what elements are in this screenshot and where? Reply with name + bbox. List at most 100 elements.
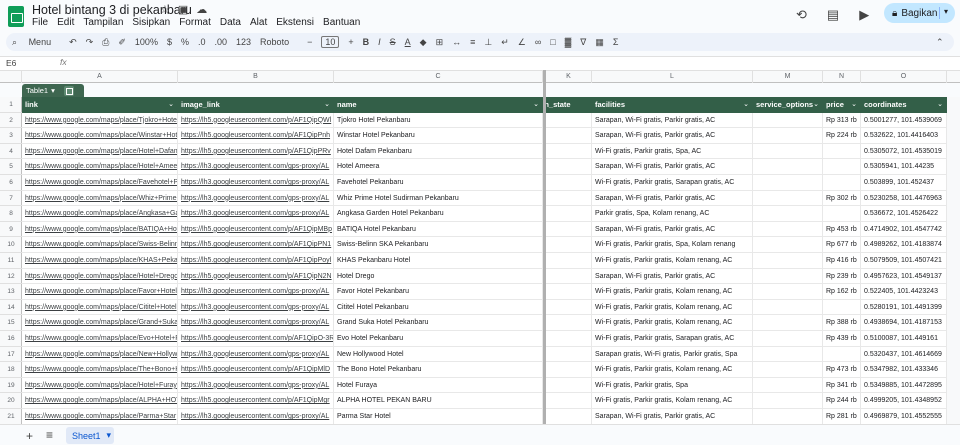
menu-format[interactable]: Format (179, 17, 211, 28)
row-number[interactable]: 18 (0, 362, 22, 378)
cell-service-options[interactable] (753, 237, 823, 253)
cell-coordinates[interactable]: 0.5305941, 101.44235 (861, 159, 947, 175)
cell-coordinates[interactable]: 0.5349885, 101.4472895 (861, 377, 947, 394)
link-icon[interactable]: ∞ (535, 37, 541, 47)
cell-facilities[interactable]: Wi-Fi gratis, Parkir gratis, Kolam renan… (592, 284, 753, 300)
star-icon[interactable]: ☆ (160, 3, 170, 16)
cell-service-options[interactable] (753, 362, 823, 378)
cell-open-state[interactable] (546, 221, 592, 238)
menu-search[interactable]: ⌕ Menu (12, 37, 60, 48)
cell-name[interactable]: Swiss-Belinn SKA Pekanbaru (334, 237, 543, 253)
cell-link[interactable]: https://www.google.com/maps/place/Tjokro… (22, 112, 178, 129)
cell-image-link[interactable]: https://lh5.googleusercontent.com/p/AF1Q… (178, 237, 334, 253)
cell-facilities[interactable]: Wi-Fi gratis, Parkir gratis, Kolam renan… (592, 299, 753, 316)
cell-open-state[interactable] (546, 112, 592, 129)
cell-coordinates[interactable]: 0.5079509, 101.4507421 (861, 253, 947, 269)
cell-image-link[interactable]: https://lh3.googleusercontent.com/gps-pr… (178, 346, 334, 363)
cell-link[interactable]: https://www.google.com/maps/place/The+Bo… (22, 362, 178, 378)
cell-image-link[interactable]: https://lh3.googleusercontent.com/gps-pr… (178, 284, 334, 300)
cell-service-options[interactable] (753, 221, 823, 238)
cell-coordinates[interactable]: 0.522405, 101.4423243 (861, 284, 947, 300)
column-letter-b[interactable]: B (178, 71, 334, 83)
header-price[interactable]: price ⌄ (823, 97, 861, 113)
cell-link[interactable]: https://www.google.com/maps/place/Citite… (22, 299, 178, 316)
cell-coordinates[interactable]: 0.5347982, 101.433346 (861, 362, 947, 378)
cell-coordinates[interactable]: 0.4938694, 101.4187153 (861, 315, 947, 331)
cell-name[interactable]: Parma Star Hotel (334, 409, 543, 425)
cell-link[interactable]: https://www.google.com/maps/place/Hotel+… (22, 377, 178, 394)
cell-coordinates[interactable]: 0.5001277, 101.4539069 (861, 112, 947, 129)
cell-facilities[interactable]: Sarapan, Wi-Fi gratis, Parkir gratis, AC (592, 190, 753, 207)
cell-price[interactable]: Rp 341 rb (823, 377, 861, 394)
cell-price[interactable]: Rp 677 rb (823, 237, 861, 253)
filter-icon[interactable]: ∇ (580, 37, 586, 48)
cell-open-state[interactable] (546, 190, 592, 207)
cloud-status-icon[interactable]: ☁ (196, 3, 207, 16)
cell-coordinates[interactable]: 0.5305072, 101.4535019 (861, 143, 947, 160)
chevron-down-icon[interactable]: ▾ (107, 430, 112, 441)
cell-image-link[interactable]: https://lh3.googleusercontent.com/gps-pr… (178, 409, 334, 425)
text-color-button[interactable]: A (405, 37, 411, 47)
cell-image-link[interactable]: https://lh5.googleusercontent.com/p/AF1Q… (178, 112, 334, 129)
vertical-scrollbar[interactable] (947, 97, 960, 424)
cell-name[interactable]: BATIQA Hotel Pekanbaru (334, 221, 543, 238)
cell-name[interactable]: Winstar Hotel Pekanbaru (334, 128, 543, 144)
column-letter-l[interactable]: L (592, 71, 753, 83)
cell-name[interactable]: Hotel Ameera (334, 159, 543, 175)
cell-image-link[interactable]: https://lh3.googleusercontent.com/gps-pr… (178, 206, 334, 222)
row-number[interactable]: 15 (0, 315, 22, 331)
share-button[interactable]: 🔒︎ Bagikan ▾ (884, 3, 955, 23)
cell-name[interactable]: Hotel Drego (334, 268, 543, 285)
cell-price[interactable]: Rp 416 rb (823, 253, 861, 269)
row-number[interactable]: 21 (0, 409, 22, 425)
cell-link[interactable]: https://www.google.com/maps/place/Angkas… (22, 206, 178, 222)
frozen-column-divider[interactable] (543, 70, 546, 424)
paint-format-icon[interactable]: ✐ (118, 37, 126, 48)
cell-open-state[interactable] (546, 362, 592, 378)
cell-link[interactable]: https://www.google.com/maps/place/Hotel+… (22, 143, 178, 160)
cell-open-state[interactable] (546, 299, 592, 316)
cell-name[interactable]: Favor Hotel Pekanbaru (334, 284, 543, 300)
cell-coordinates[interactable]: 0.4999205, 101.4348952 (861, 393, 947, 409)
row-number[interactable]: 8 (0, 206, 22, 222)
cell-name[interactable]: Hotel Furaya (334, 377, 543, 394)
menu-edit[interactable]: Edit (57, 17, 74, 28)
chevron-down-icon[interactable]: ▾ (944, 7, 948, 16)
cell-name[interactable]: Favehotel Pekanbaru (334, 175, 543, 191)
row-number[interactable]: 6 (0, 175, 22, 191)
cell-service-options[interactable] (753, 128, 823, 144)
cell-link[interactable]: https://www.google.com/maps/place/Whiz+P… (22, 190, 178, 207)
cell-service-options[interactable] (753, 190, 823, 207)
row-number[interactable]: 17 (0, 347, 22, 363)
valign-icon[interactable]: ⊥ (484, 37, 492, 48)
cell-open-state[interactable] (546, 268, 592, 285)
menu-help[interactable]: Bantuan (323, 17, 360, 28)
cell-service-options[interactable] (753, 112, 823, 129)
table-view-icon[interactable]: ▦ (595, 37, 604, 48)
cell-service-options[interactable] (753, 284, 823, 300)
cell-facilities[interactable]: Wi-Fi gratis, Parkir gratis, Kolam renan… (592, 393, 753, 409)
cell-coordinates[interactable]: 0.532622, 101.4416403 (861, 128, 947, 144)
row-number[interactable]: 14 (0, 300, 22, 316)
move-icon[interactable]: ▣ (178, 3, 188, 16)
fill-color-icon[interactable]: ◆ (420, 37, 427, 48)
cell-name[interactable]: The Bono Hotel Pekanbaru (334, 362, 543, 378)
table-options-icon[interactable] (63, 85, 74, 96)
cell-image-link[interactable]: https://lh5.googleusercontent.com/p/AF1Q… (178, 362, 334, 378)
cell-name[interactable]: ALPHA HOTEL PEKAN BARU (334, 393, 543, 409)
cell-price[interactable]: Rp 162 rb (823, 284, 861, 300)
cell-name[interactable]: Evo Hotel Pekanbaru (334, 331, 543, 347)
row-number[interactable]: 10 (0, 237, 22, 253)
cell-price[interactable] (823, 159, 861, 175)
cell-link[interactable]: https://www.google.com/maps/place/Hotel+… (22, 159, 178, 175)
font-select[interactable]: Roboto (260, 37, 289, 47)
cell-service-options[interactable] (753, 159, 823, 175)
cell-image-link[interactable]: https://lh5.googleusercontent.com/p/AF1Q… (178, 128, 334, 144)
sheet-tab-active[interactable]: Sheet1 ▾ (66, 427, 114, 444)
cell-image-link[interactable]: https://lh5.googleusercontent.com/p/AF1Q… (178, 268, 334, 285)
cell-image-link[interactable]: https://lh3.googleusercontent.com/gps-pr… (178, 159, 334, 175)
cell-service-options[interactable] (753, 175, 823, 191)
cell-name[interactable]: Hotel Dafam Pekanbaru (334, 143, 543, 160)
cell-facilities[interactable]: Sarapan, Wi-Fi gratis, Parkir gratis, AC (592, 128, 753, 144)
cell-price[interactable]: Rp 302 rb (823, 190, 861, 207)
